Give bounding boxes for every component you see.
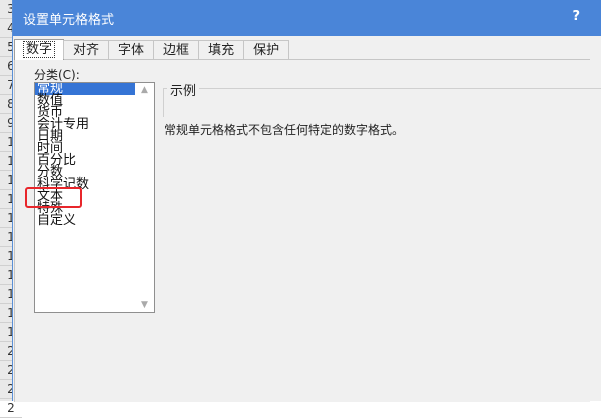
tab-alignment[interactable]: 对齐	[63, 40, 110, 59]
category-scrollbar[interactable]: ▲ ▼	[137, 83, 154, 312]
tab-label: 保护	[253, 43, 280, 58]
format-description: 常规单元格格式不包含任何特定的数字格式。	[164, 123, 405, 137]
tab-border[interactable]: 边框	[153, 40, 200, 59]
text-category-highlight	[25, 187, 82, 208]
category-label: 分类(C):	[34, 68, 80, 82]
tab-fill[interactable]: 填充	[198, 40, 245, 59]
dialog-title: 设置单元格格式	[23, 13, 115, 28]
scroll-down-icon[interactable]: ▼	[141, 300, 148, 310]
sample-group	[163, 88, 601, 117]
tab-protection[interactable]: 保护	[243, 40, 290, 59]
tab-label: 数字	[22, 41, 56, 58]
tab-font[interactable]: 字体	[108, 40, 155, 59]
scroll-up-icon[interactable]: ▲	[141, 85, 148, 95]
tab-label: 字体	[118, 43, 145, 58]
sample-label: 示例	[167, 80, 200, 99]
tab-label: 边框	[163, 43, 190, 58]
help-button[interactable]: ?	[572, 9, 580, 24]
dialog-tabs: 数字 对齐 字体 边框 填充 保护	[14, 39, 290, 60]
dialog-titlebar[interactable]: 设置单元格格式 ?	[13, 0, 601, 36]
tab-number[interactable]: 数字	[14, 39, 65, 60]
tab-label: 对齐	[73, 43, 100, 58]
tab-label: 填充	[208, 43, 235, 58]
